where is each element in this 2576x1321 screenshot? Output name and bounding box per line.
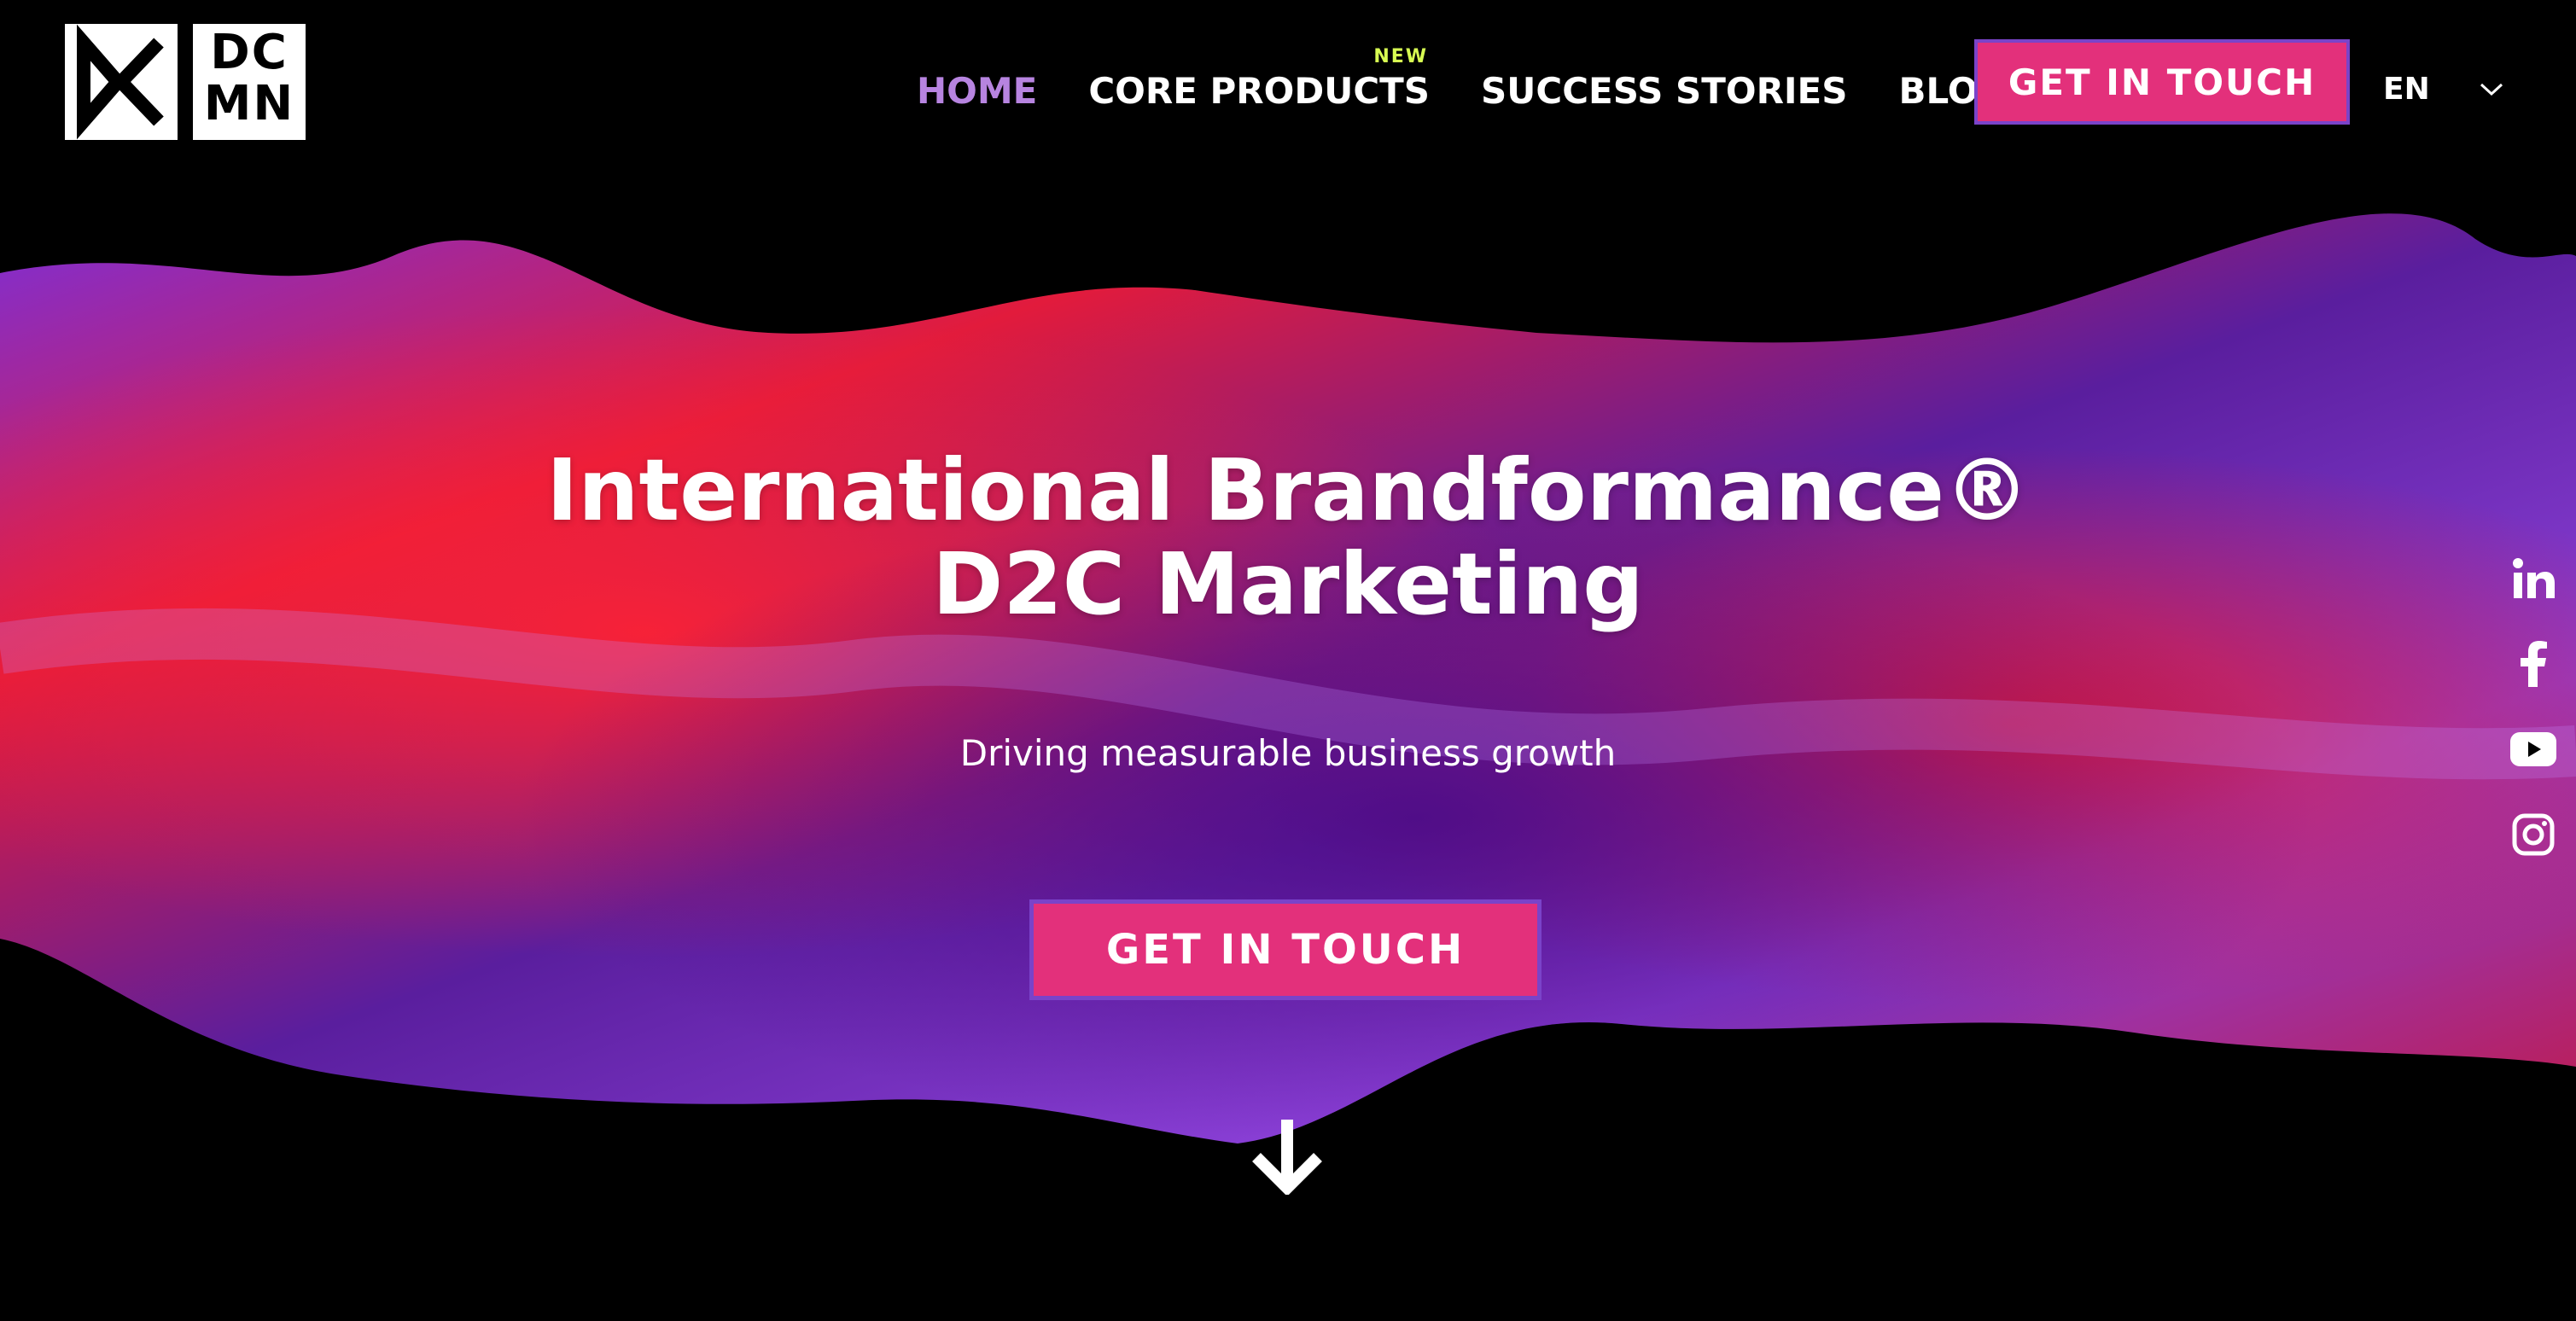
social-links xyxy=(2509,555,2557,858)
linkedin-icon[interactable] xyxy=(2509,555,2557,602)
nav-item-core-products[interactable]: CORE PRODUCTS NEW xyxy=(1088,46,1431,112)
hero-get-in-touch-button[interactable]: GET IN TOUCH xyxy=(1029,899,1542,1000)
language-label: EN xyxy=(2383,72,2430,107)
scroll-down-arrow-icon[interactable] xyxy=(1251,1116,1323,1199)
main-nav: HOME CORE PRODUCTS NEW SUCCESS STORIES B… xyxy=(917,46,2059,112)
language-selector[interactable]: EN xyxy=(2383,72,2503,107)
header-get-in-touch-button[interactable]: GET IN TOUCH xyxy=(1974,39,2350,125)
logo-letters-line2: MN xyxy=(203,76,295,131)
nav-item-home[interactable]: HOME xyxy=(917,70,1037,112)
instagram-icon[interactable] xyxy=(2509,811,2557,858)
new-badge: NEW xyxy=(1373,46,1429,67)
logo-wordmark: DC MN xyxy=(193,24,306,140)
youtube-icon[interactable] xyxy=(2509,725,2557,773)
dcmn-logo[interactable]: DC MN xyxy=(65,24,306,140)
facebook-icon[interactable] xyxy=(2509,640,2557,688)
chevron-down-icon xyxy=(2480,83,2503,96)
nav-item-core-products-label: CORE PRODUCTS xyxy=(1088,70,1431,112)
hero-title-line2: D2C Marketing xyxy=(932,534,1644,634)
logo-mark xyxy=(65,24,178,140)
hero-title-line1: International Brandformance® xyxy=(546,440,2030,540)
nav-item-success-stories[interactable]: SUCCESS STORIES xyxy=(1481,70,1847,112)
hero-title: International Brandformance® D2C Marketi… xyxy=(0,444,2576,631)
hero-subtitle: Driving measurable business growth xyxy=(959,732,1617,774)
logo-letters-line1: DC xyxy=(210,25,288,80)
